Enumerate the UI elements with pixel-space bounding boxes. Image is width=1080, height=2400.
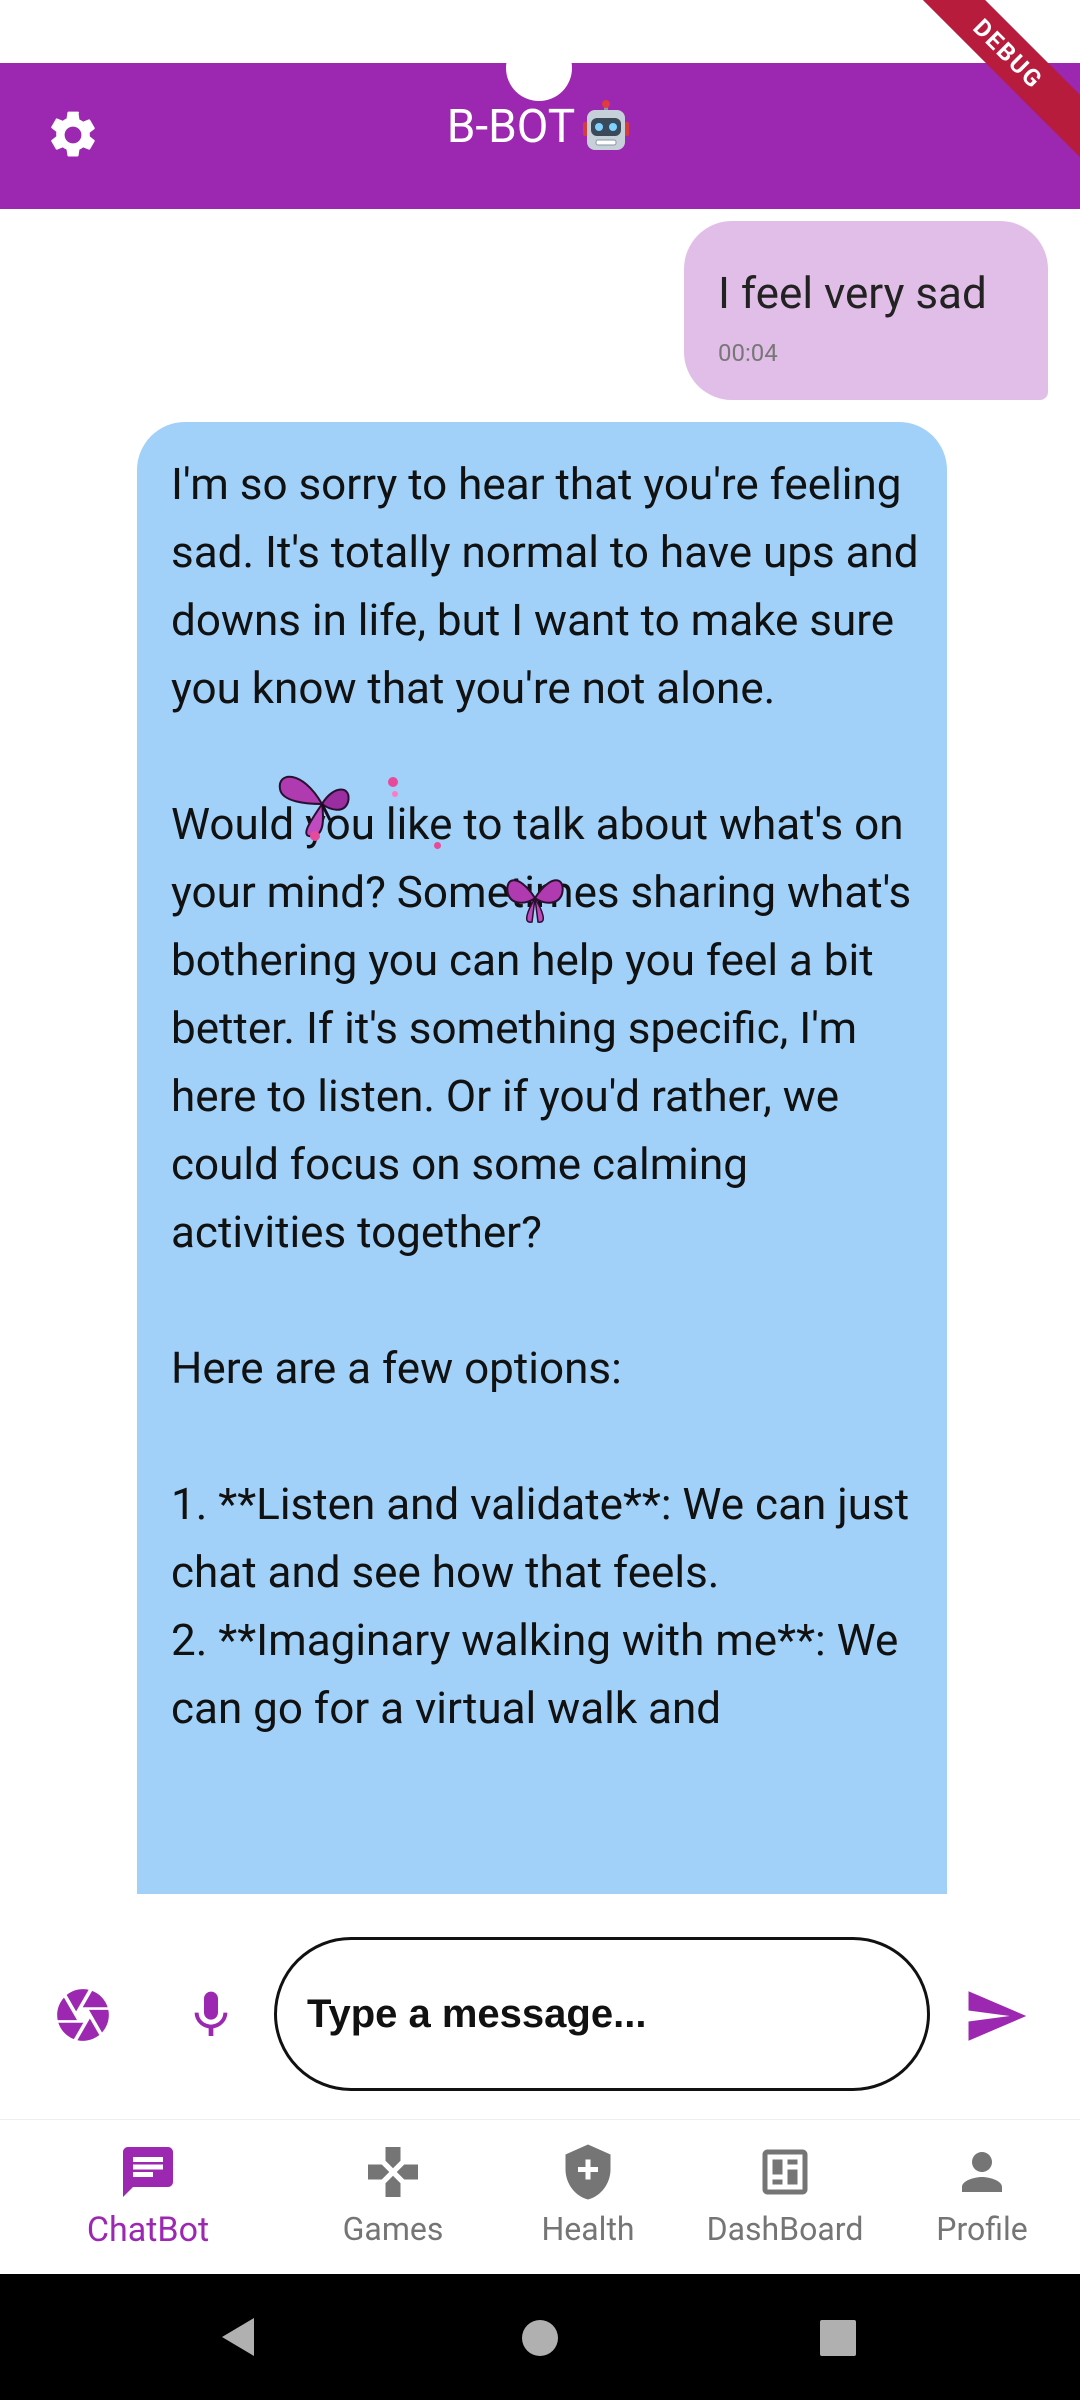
camera-button[interactable] — [48, 1980, 118, 2050]
bot-message-text: I'm so sorry to hear that you're feeling… — [171, 458, 919, 1734]
nav-label-profile: Profile — [936, 2210, 1028, 2248]
system-navigation-bar — [0, 2274, 1080, 2400]
camera-cutout — [506, 35, 572, 101]
camera-shutter-icon — [57, 1989, 109, 2041]
sparkle-dot — [434, 842, 441, 849]
nav-label-health: Health — [541, 2210, 635, 2248]
send-button[interactable] — [958, 1978, 1034, 2054]
nav-label-dashboard: DashBoard — [706, 2210, 864, 2248]
user-message-text: I feel very sad — [718, 267, 987, 319]
microphone-button[interactable] — [176, 1980, 246, 2050]
nav-item-games[interactable]: Games — [285, 2120, 501, 2275]
send-icon — [968, 1991, 1027, 2041]
bot-message-bubble: I'm so sorry to hear that you're feeling… — [137, 422, 947, 1894]
health-shield-icon — [558, 2142, 618, 2202]
user-message-bubble: I feel very sad 00:04 — [684, 221, 1048, 400]
bottom-navigation: ChatBot Games Health DashBoard Profile — [0, 2119, 1080, 2275]
butterfly-decoration — [278, 775, 350, 838]
chat-icon — [118, 2142, 178, 2202]
nav-label-chatbot: ChatBot — [86, 2210, 210, 2250]
nav-item-profile[interactable]: Profile — [874, 2120, 1080, 2275]
nav-item-health[interactable]: Health — [480, 2120, 696, 2275]
user-message-time: 00:04 — [718, 339, 778, 367]
nav-item-dashboard[interactable]: DashBoard — [677, 2120, 893, 2275]
gamepad-icon — [363, 2142, 423, 2202]
robot-face-icon — [583, 100, 630, 150]
nav-label-games: Games — [342, 2210, 444, 2248]
app-title: B-BOT — [446, 100, 576, 154]
microphone-icon — [194, 1991, 228, 2036]
sparkle-dot — [392, 791, 398, 797]
butterfly-decoration — [506, 879, 564, 923]
person-icon — [952, 2142, 1012, 2202]
message-composer — [0, 1894, 1080, 2119]
dashboard-icon — [755, 2142, 815, 2202]
message-input[interactable] — [274, 1937, 930, 2091]
chat-message-list[interactable]: I feel very sad 00:04 I'm so sorry to he… — [0, 209, 1080, 1894]
home-circle-icon[interactable] — [520, 2318, 560, 2358]
sparkle-dot — [388, 777, 398, 787]
sparkle-dot — [310, 831, 320, 841]
recents-square-icon[interactable] — [818, 2318, 858, 2358]
nav-item-chatbot[interactable]: ChatBot — [40, 2120, 256, 2275]
back-triangle-icon[interactable] — [218, 2316, 258, 2358]
app-title-container: B-BOT — [0, 100, 1080, 154]
